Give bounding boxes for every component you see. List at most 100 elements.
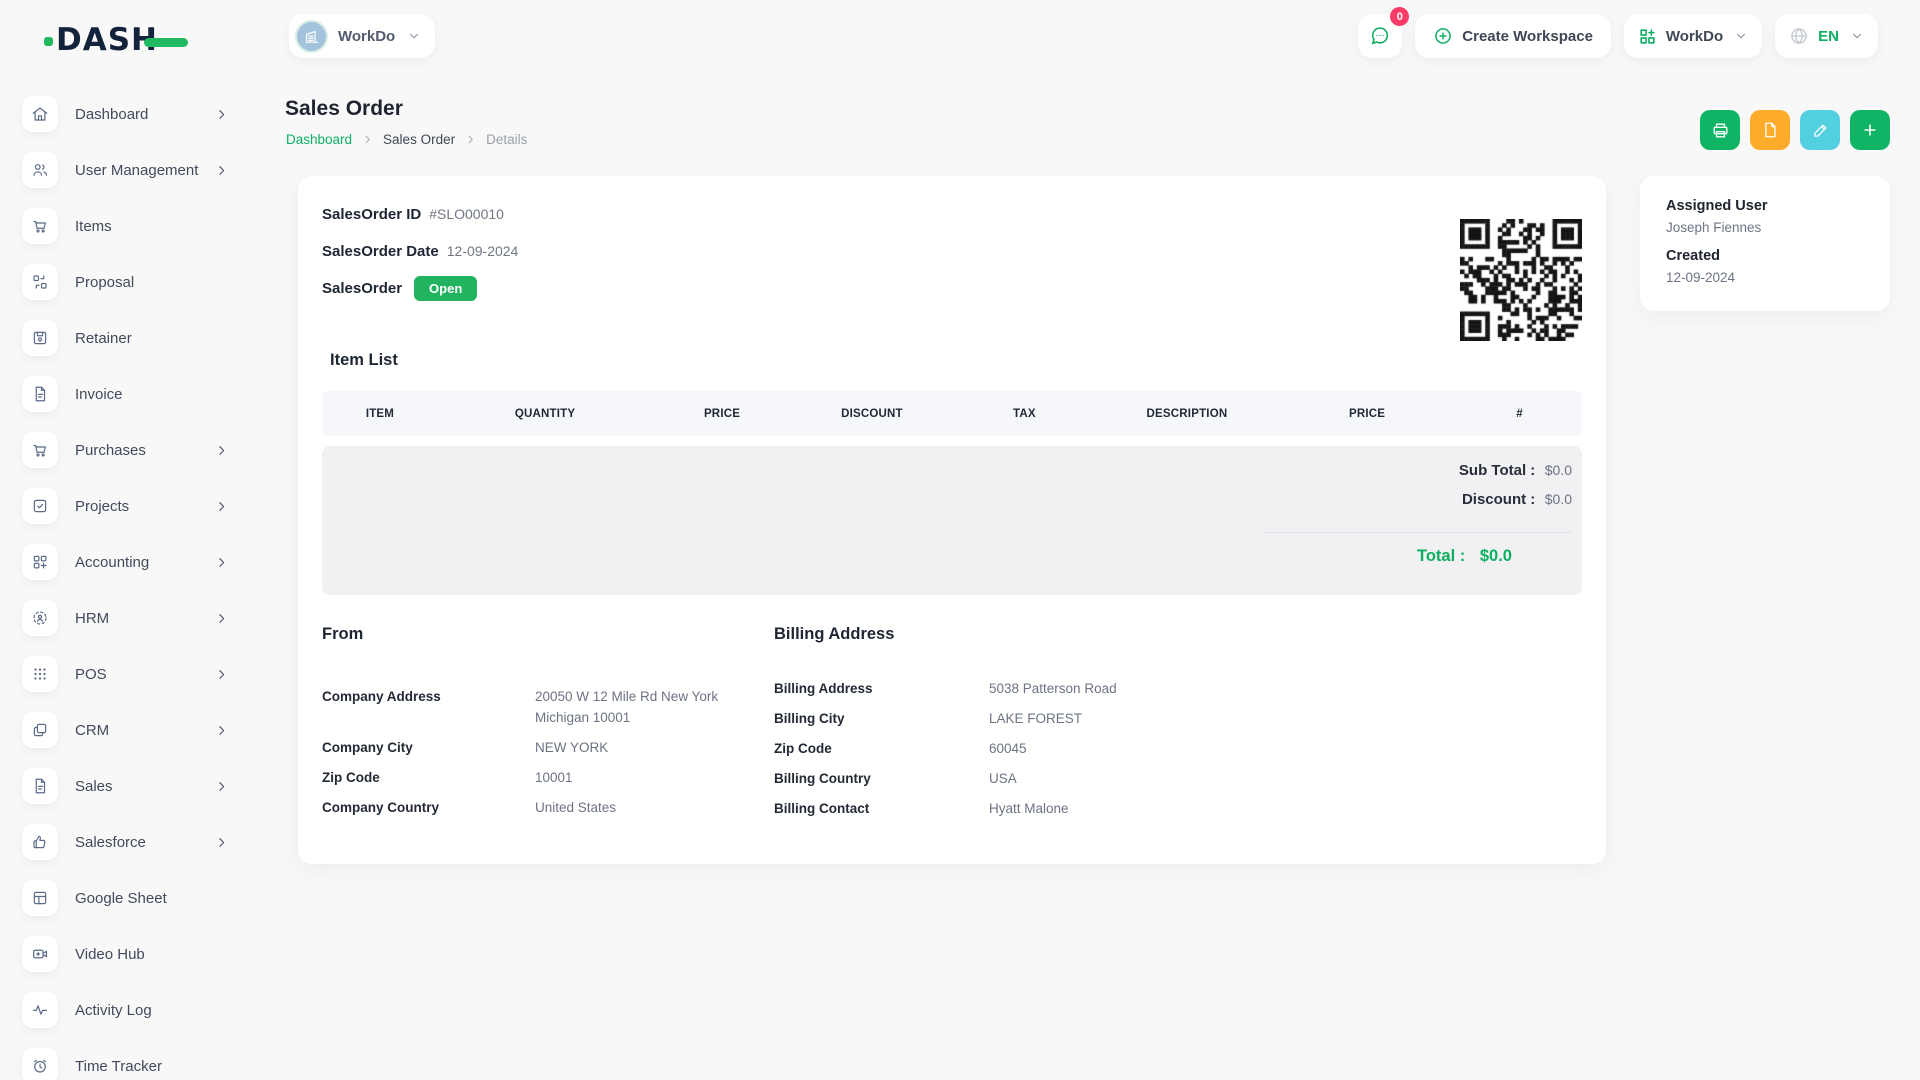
sidebar-item-label: Sales bbox=[75, 778, 113, 795]
assigned-user-card: Assigned User Joseph Fiennes Created 12-… bbox=[1640, 176, 1890, 311]
sidebar-item-projects[interactable]: Projects bbox=[0, 478, 260, 534]
check-square-icon bbox=[22, 488, 58, 524]
sidebar-item-items[interactable]: Items bbox=[0, 198, 260, 254]
workspace-selector[interactable]: WorkDo bbox=[289, 14, 435, 58]
sidebar-item-invoice[interactable]: Invoice bbox=[0, 366, 260, 422]
language-dropdown[interactable]: EN bbox=[1775, 14, 1878, 58]
chat-bubble-icon bbox=[1369, 25, 1391, 47]
billing-country-label: Billing Country bbox=[774, 768, 989, 789]
billing-city-row: Billing City LAKE FOREST bbox=[774, 708, 1394, 729]
add-button[interactable] bbox=[1850, 110, 1890, 150]
sidebar-item-accounting[interactable]: Accounting bbox=[0, 534, 260, 590]
sales-order-details-page: DASH Dashboard User Management Items Pro… bbox=[0, 0, 1920, 1080]
item-list-title: Item List bbox=[330, 351, 1582, 370]
activity-pulse-icon bbox=[22, 992, 58, 1028]
totals-panel: Sub Total : $0.0 Discount : $0.0 Total :… bbox=[322, 446, 1582, 595]
billing-city-value: LAKE FOREST bbox=[989, 708, 1082, 729]
sidebar-item-hrm[interactable]: HRM bbox=[0, 590, 260, 646]
breadcrumb-dashboard-link[interactable]: Dashboard bbox=[286, 132, 352, 147]
chevron-down-icon bbox=[1734, 29, 1748, 43]
sidebar-item-label: POS bbox=[75, 666, 107, 683]
workspace-avatar-building-icon bbox=[295, 20, 328, 53]
billing-contact-label: Billing Contact bbox=[774, 798, 989, 819]
logo-accent-dot bbox=[44, 37, 53, 46]
workspace-dropdown-label: WorkDo bbox=[1666, 28, 1723, 45]
edit-button[interactable] bbox=[1800, 110, 1840, 150]
page-action-buttons bbox=[1700, 110, 1890, 150]
chevron-right-icon bbox=[465, 134, 476, 145]
sidebar-item-time-tracker[interactable]: Time Tracker bbox=[0, 1038, 260, 1080]
assigned-user-label: Assigned User bbox=[1666, 196, 1864, 217]
sidebar-item-salesforce[interactable]: Salesforce bbox=[0, 814, 260, 870]
sidebar-item-dashboard[interactable]: Dashboard bbox=[0, 86, 260, 142]
sidebar-item-crm[interactable]: CRM bbox=[0, 702, 260, 758]
save-icon bbox=[22, 320, 58, 356]
sub-total-value: $0.0 bbox=[1545, 462, 1572, 478]
company-city-label: Company City bbox=[322, 737, 535, 758]
globe-icon bbox=[1789, 26, 1809, 46]
cart-icon bbox=[22, 208, 58, 244]
chevron-right-icon bbox=[215, 836, 228, 849]
sub-total-row: Sub Total : $0.0 bbox=[322, 460, 1572, 481]
sidebar-item-pos[interactable]: POS bbox=[0, 646, 260, 702]
billing-address-label: Billing Address bbox=[774, 678, 989, 699]
assigned-user-value: Joseph Fiennes bbox=[1666, 217, 1864, 238]
sidebar-item-activity-log[interactable]: Activity Log bbox=[0, 982, 260, 1038]
sidebar-item-proposal[interactable]: Proposal bbox=[0, 254, 260, 310]
billing-contact-value: Hyatt Malone bbox=[989, 798, 1069, 819]
workspace-name: WorkDo bbox=[338, 28, 395, 45]
order-date-value: 12-09-2024 bbox=[447, 243, 519, 259]
logo-accent-bar bbox=[144, 38, 188, 47]
messages-button[interactable]: 0 bbox=[1358, 14, 1402, 58]
sidebar-item-sales[interactable]: Sales bbox=[0, 758, 260, 814]
chevron-right-icon bbox=[215, 724, 228, 737]
sidebar-item-label: Activity Log bbox=[75, 1002, 152, 1019]
brand-name: DASH bbox=[56, 22, 158, 58]
sidebar-item-label: Time Tracker bbox=[75, 1058, 162, 1075]
company-country-row: Company Country United States bbox=[322, 797, 774, 818]
sidebar-item-label: Purchases bbox=[75, 442, 146, 459]
addresses-section: From Company Address 20050 W 12 Mile Rd … bbox=[322, 625, 1582, 828]
billing-address-row: Billing Address 5038 Patterson Road bbox=[774, 678, 1394, 699]
brand-logo[interactable]: DASH bbox=[56, 22, 206, 58]
sidebar-menu: Dashboard User Management Items Proposal… bbox=[0, 86, 260, 1080]
workspace-dropdown[interactable]: WorkDo bbox=[1624, 14, 1762, 58]
column-header-quantity: QUANTITY bbox=[438, 408, 652, 420]
sidebar-item-video-hub[interactable]: Video Hub bbox=[0, 926, 260, 982]
billing-address-value: 5038 Patterson Road bbox=[989, 678, 1117, 699]
sidebar-item-label: User Management bbox=[75, 162, 198, 179]
users-icon bbox=[22, 152, 58, 188]
sidebar-item-retainer[interactable]: Retainer bbox=[0, 310, 260, 366]
stopwatch-icon bbox=[22, 1048, 58, 1080]
sidebar: DASH Dashboard User Management Items Pro… bbox=[0, 0, 260, 1080]
sidebar-item-label: HRM bbox=[75, 610, 109, 627]
column-header-tax: TAX bbox=[952, 408, 1097, 420]
created-label: Created bbox=[1666, 246, 1864, 267]
order-id-row: SalesOrder ID #SLO00010 bbox=[322, 202, 1582, 226]
qr-code bbox=[1460, 219, 1582, 341]
billing-zip-label: Zip Code bbox=[774, 738, 989, 759]
document-button[interactable] bbox=[1750, 110, 1790, 150]
breadcrumb-sales-order-link[interactable]: Sales Order bbox=[383, 132, 455, 147]
chevron-right-icon bbox=[215, 668, 228, 681]
sidebar-item-purchases[interactable]: Purchases bbox=[0, 422, 260, 478]
sidebar-item-label: Video Hub bbox=[75, 946, 145, 963]
column-header-actions: # bbox=[1457, 408, 1582, 420]
billing-country-row: Billing Country USA bbox=[774, 768, 1394, 789]
order-date-row: SalesOrder Date 12-09-2024 bbox=[322, 239, 1582, 263]
sidebar-item-label: Items bbox=[75, 218, 112, 235]
company-zip-value: 10001 bbox=[535, 767, 573, 788]
sidebar-item-label: Proposal bbox=[75, 274, 134, 291]
frames-icon bbox=[22, 712, 58, 748]
sidebar-item-user-management[interactable]: User Management bbox=[0, 142, 260, 198]
page-title: Sales Order bbox=[285, 97, 403, 121]
print-button[interactable] bbox=[1700, 110, 1740, 150]
totals-divider bbox=[1262, 532, 1572, 533]
create-workspace-button[interactable]: Create Workspace bbox=[1415, 14, 1611, 58]
sidebar-item-label: Google Sheet bbox=[75, 890, 167, 907]
video-camera-icon bbox=[22, 936, 58, 972]
chevron-right-icon bbox=[215, 500, 228, 513]
sidebar-item-google-sheet[interactable]: Google Sheet bbox=[0, 870, 260, 926]
file-text-icon bbox=[22, 768, 58, 804]
sidebar-item-label: Projects bbox=[75, 498, 129, 515]
